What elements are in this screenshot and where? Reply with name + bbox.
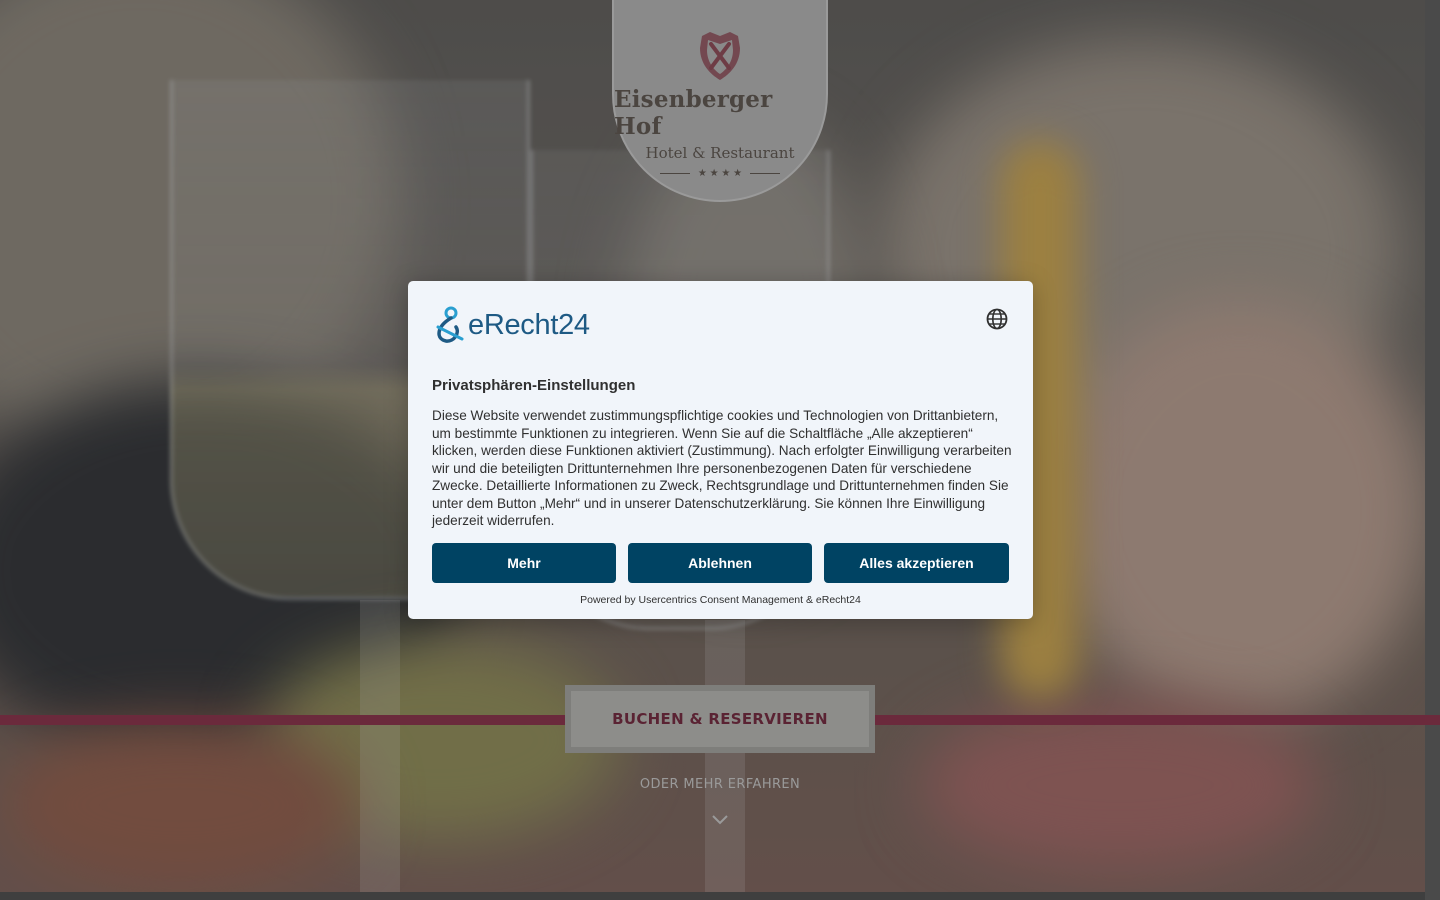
page-scrollbar[interactable] (1425, 0, 1440, 900)
globe-icon[interactable] (985, 307, 1009, 331)
consent-description: Diese Website verwendet zustimmungspflic… (432, 408, 1012, 528)
consent-title: Privatsphären-Einstellungen (432, 377, 636, 394)
logo-name: Eisenberger Hof (614, 86, 773, 140)
accept-all-button[interactable]: Alles akzeptieren (824, 543, 1009, 583)
logo-subtitle: Hotel & Restaurant (645, 144, 795, 162)
book-reserve-button[interactable]: BUCHEN & RESERVIEREN (571, 691, 869, 747)
consent-button-row: Mehr Ablehnen Alles akzeptieren (432, 543, 1009, 583)
consent-dialog: eRecht24 Privatsphären-Einstellungen Die… (408, 281, 1033, 619)
decline-button[interactable]: Ablehnen (628, 543, 812, 583)
more-button[interactable]: Mehr (432, 543, 616, 583)
chevron-down-icon[interactable] (710, 812, 730, 828)
powered-by-text: Powered by Usercentrics Consent Manageme… (580, 594, 861, 606)
page-bottom-edge (0, 892, 1425, 900)
erecht24-logo: eRecht24 (432, 305, 590, 345)
erecht24-brand-text: eRecht24 (468, 308, 590, 341)
learn-more-link[interactable]: ODER MEHR ERFAHREN (0, 777, 1440, 792)
erecht24-logo-icon (436, 306, 464, 343)
star-rating: ★ ★ ★ ★ (697, 168, 743, 179)
logo-stars: ★ ★ ★ ★ (659, 168, 781, 179)
crest-icon (700, 32, 740, 80)
